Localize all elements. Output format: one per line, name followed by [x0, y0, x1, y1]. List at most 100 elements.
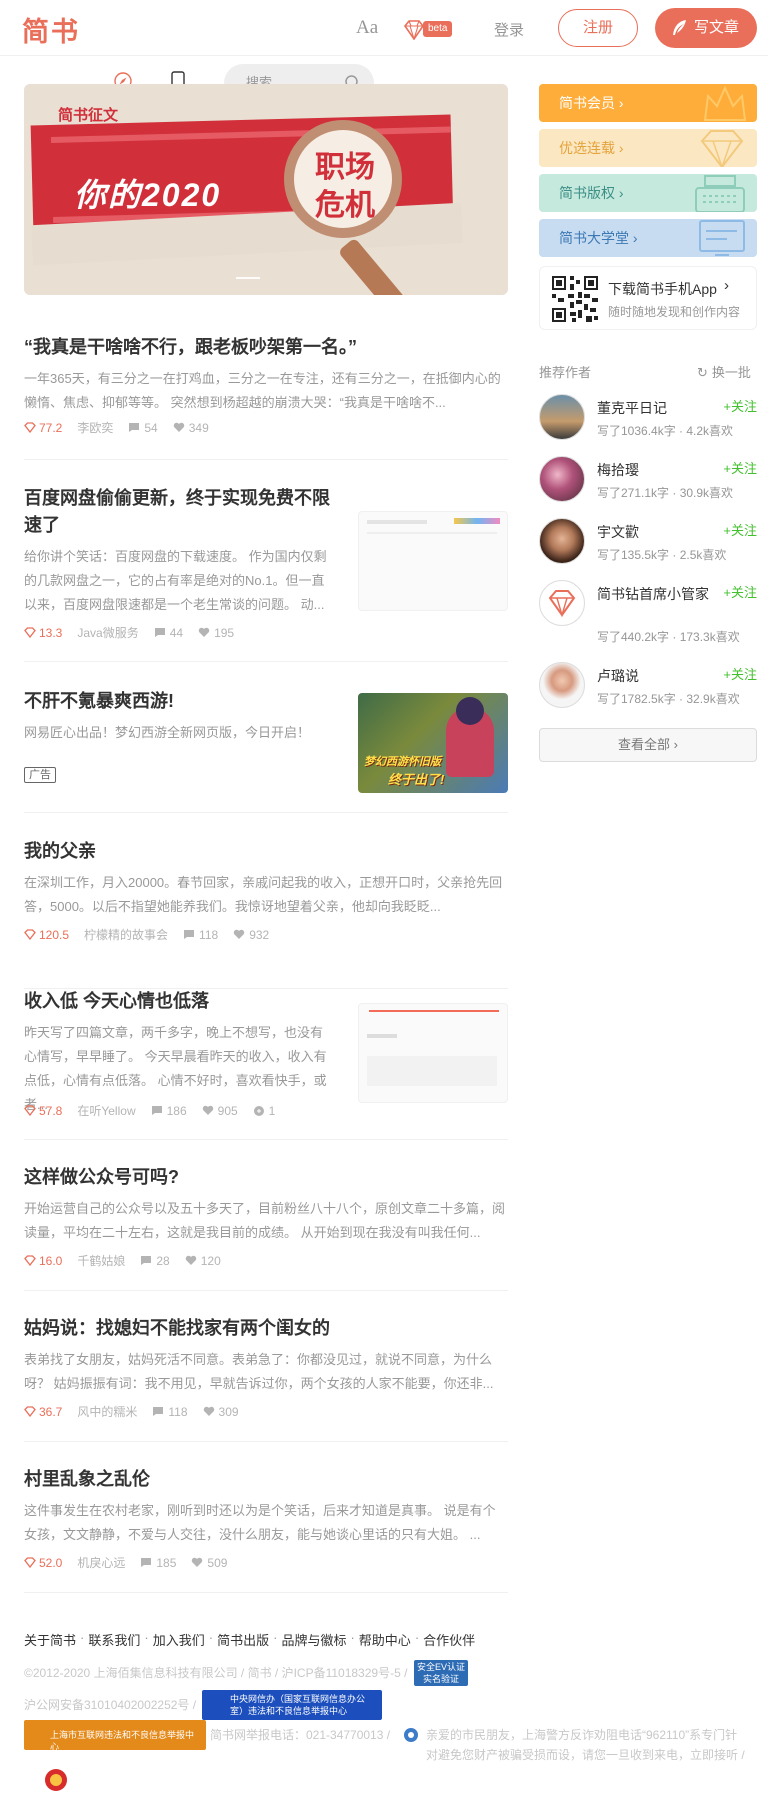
- article-title[interactable]: 收入低 今天心情也低落: [24, 988, 334, 1015]
- font-size-toggle[interactable]: Aa: [356, 17, 378, 39]
- like-count: 905: [202, 1104, 238, 1118]
- diamond-value: 120.5: [39, 927, 70, 942]
- login-link[interactable]: 登录: [494, 19, 524, 40]
- comment-value: 118: [199, 927, 219, 942]
- article-meta: 77.2 李欧奕 54 349: [24, 419, 209, 436]
- refresh-label: 换一批: [711, 365, 751, 380]
- write-article-button[interactable]: 写文章: [655, 8, 757, 48]
- view-all-authors-button[interactable]: 查看全部 ›: [539, 728, 757, 762]
- footer-anti-fraud: 亲爱的市民朋友，上海警方反诈劝阻电话“962110”系专门针对避免您财产被骗受损…: [426, 1728, 745, 1762]
- refresh-icon: ↻: [697, 365, 708, 380]
- carousel-indicator[interactable]: [236, 277, 260, 279]
- article-author[interactable]: 李欧奕: [77, 419, 113, 436]
- comment-count[interactable]: 44: [154, 626, 183, 640]
- comment-count[interactable]: 54: [128, 421, 158, 435]
- follow-button[interactable]: +关注: [723, 664, 757, 683]
- author-item[interactable]: 董克平日记 写了1036.4k字 · 4.2k喜欢 +关注: [539, 394, 757, 442]
- article-item[interactable]: 这样做公众号可吗? 开始运营自己的公众号以及五十多天了，目前粉丝八十八个，原创文…: [24, 1164, 508, 1291]
- ev-cert-badge[interactable]: 安全EV认证 实名验证: [414, 1660, 468, 1686]
- avatar[interactable]: [539, 456, 585, 502]
- article-title[interactable]: 这样做公众号可吗?: [24, 1164, 508, 1191]
- footer-link[interactable]: 简书出版: [217, 1630, 269, 1649]
- author-item[interactable]: 梅拾璎 写了271.1k字 · 30.9k喜欢 +关注: [539, 456, 757, 504]
- ad-thumbnail[interactable]: 梦幻西游怀旧版 终于出了!: [358, 693, 508, 793]
- author-name[interactable]: 简书钻首席小管家: [597, 584, 717, 604]
- comment-count[interactable]: 28: [140, 1254, 170, 1268]
- article-title[interactable]: 姑妈说：找媳妇不能找家有两个闺女的: [24, 1315, 508, 1342]
- avatar[interactable]: [539, 580, 585, 626]
- article-author[interactable]: 柠檬精的故事会: [84, 926, 168, 943]
- article-meta: 36.7 风中的糯米 118 309: [24, 1403, 239, 1420]
- article-item[interactable]: 村里乱象之乱伦 这件事发生在农村老家，刚听到时还以为是个笑话，后来才知道是真事。…: [24, 1466, 508, 1593]
- police-badge-icon[interactable]: [44, 1768, 68, 1792]
- refresh-authors-button[interactable]: ↻ 换一批: [697, 362, 751, 381]
- cyberspace-report-badge[interactable]: 中央网信办（国家互联网信息办公室）违法和不良信息举报中心: [202, 1690, 382, 1720]
- article-meta: 52.0 机戾心远 185 509: [24, 1554, 227, 1571]
- board-copyright[interactable]: 简书版权 ›: [539, 174, 757, 212]
- article-author[interactable]: Java微服务: [77, 624, 138, 641]
- article-thumbnail[interactable]: [358, 1003, 508, 1103]
- footer-link[interactable]: 品牌与徽标: [281, 1630, 346, 1649]
- follow-button[interactable]: +关注: [723, 582, 757, 601]
- author-item[interactable]: 简书钻首席小管家 写了440.2k字 · 173.3k喜欢 +关注: [539, 580, 757, 644]
- avatar[interactable]: [539, 662, 585, 708]
- article-item[interactable]: 收入低 今天心情也低落 昨天写了四篇文章，两千多字，晚上不想写，也没有心情写，早…: [24, 988, 508, 1140]
- article-abstract: 表弟找了女朋友，姑妈死活不同意。表弟急了：你都没见过，就说不同意，为什么呀？ 姑…: [24, 1352, 494, 1391]
- author-name[interactable]: 宇文歡: [597, 522, 717, 542]
- article-author[interactable]: 机戾心远: [77, 1554, 125, 1571]
- carousel-banner[interactable]: 简书征文 你的2020 职场 危机: [24, 84, 508, 295]
- article-author[interactable]: 千鹤姑娘: [77, 1252, 125, 1269]
- article-item[interactable]: 百度网盘偷偷更新，终于实现免费不限速了 给你讲个笑话：百度网盘的下载速度。 作为…: [24, 485, 508, 662]
- author-name[interactable]: 卢璐说: [597, 666, 717, 686]
- comment-count[interactable]: 185: [140, 1556, 176, 1570]
- follow-button[interactable]: +关注: [723, 458, 757, 477]
- article-title[interactable]: 我的父亲: [24, 838, 508, 865]
- like-value: 509: [207, 1555, 228, 1570]
- article-author[interactable]: 风中的糯米: [77, 1403, 137, 1420]
- comment-count[interactable]: 118: [183, 928, 218, 942]
- footer-link[interactable]: 合作伙伴: [423, 1630, 475, 1649]
- avatar[interactable]: [539, 394, 585, 440]
- follow-button[interactable]: +关注: [723, 520, 757, 539]
- reward-value: 1: [268, 1103, 276, 1118]
- register-button[interactable]: 注册: [558, 9, 638, 47]
- author-name[interactable]: 梅拾璎: [597, 460, 717, 480]
- board-university[interactable]: 简书大学堂 ›: [539, 219, 757, 257]
- comment-count[interactable]: 118: [152, 1405, 188, 1419]
- board-label: 简书会员: [559, 95, 615, 111]
- comment-count[interactable]: 186: [151, 1104, 187, 1118]
- avatar[interactable]: [539, 518, 585, 564]
- board-serial[interactable]: 优选连载 ›: [539, 129, 757, 167]
- diamond-icon: [24, 627, 36, 638]
- article-item[interactable]: 姑妈说：找媳妇不能找家有两个闺女的 表弟找了女朋友，姑妈死活不同意。表弟急了：你…: [24, 1315, 508, 1442]
- ad-item[interactable]: 不肝不氪暴爽西游! 网易匠心出品！梦幻西游全新网页版，今日开启！ 广告 梦幻西游…: [24, 688, 508, 813]
- footer-link[interactable]: 关于简书: [24, 1630, 76, 1649]
- follow-button[interactable]: +关注: [723, 396, 757, 415]
- qr-code[interactable]: [550, 274, 600, 324]
- shanghai-report-badge[interactable]: 上海市互联网违法和不良信息举报中心: [24, 1720, 206, 1752]
- comment-icon: [151, 1106, 162, 1115]
- write-article-label: 写文章: [693, 19, 739, 36]
- author-item[interactable]: 宇文歡 写了135.5k字 · 2.5k喜欢 +关注: [539, 518, 757, 566]
- banner-stripe: [50, 126, 451, 143]
- article-title[interactable]: 村里乱象之乱伦: [24, 1466, 508, 1493]
- article-author[interactable]: 在听Yellow: [77, 1102, 135, 1119]
- footer-link[interactable]: 联系我们: [88, 1630, 140, 1649]
- footer-link[interactable]: 加入我们: [153, 1630, 205, 1649]
- article-item[interactable]: “我真是干啥啥不行，跟老板吵架第一名。” 一年365天，有三分之一在打鸡血，三分…: [24, 334, 508, 460]
- footer-police-record[interactable]: 沪公网安备31010402002252号 /: [24, 1695, 196, 1715]
- app-download-card[interactable]: 下载简书手机App › 随时随地发现和创作内容: [539, 266, 757, 330]
- author-stats: 写了440.2k字 · 173.3k喜欢: [597, 630, 740, 644]
- author-name[interactable]: 董克平日记: [597, 398, 717, 418]
- diamond-value: 77.2: [39, 420, 63, 435]
- article-title[interactable]: “我真是干啥啥不行，跟老板吵架第一名。”: [24, 334, 508, 361]
- article-item[interactable]: 我的父亲 在深圳工作，月入20000。春节回家，亲戚问起我的收入，正想开口时，父…: [24, 838, 508, 989]
- jianshu-logo[interactable]: 简书: [22, 10, 80, 49]
- footer-link[interactable]: 帮助中心: [359, 1630, 411, 1649]
- board-membership[interactable]: 简书会员 ›: [539, 84, 757, 122]
- article-thumbnail[interactable]: [358, 511, 508, 611]
- author-item[interactable]: 卢璐说 写了1782.5k字 · 32.9k喜欢 +关注: [539, 662, 757, 710]
- magnifier-lens: 职场 危机: [284, 120, 402, 238]
- diamond-icon[interactable]: [403, 20, 425, 40]
- article-title[interactable]: 百度网盘偷偷更新，终于实现免费不限速了: [24, 485, 334, 539]
